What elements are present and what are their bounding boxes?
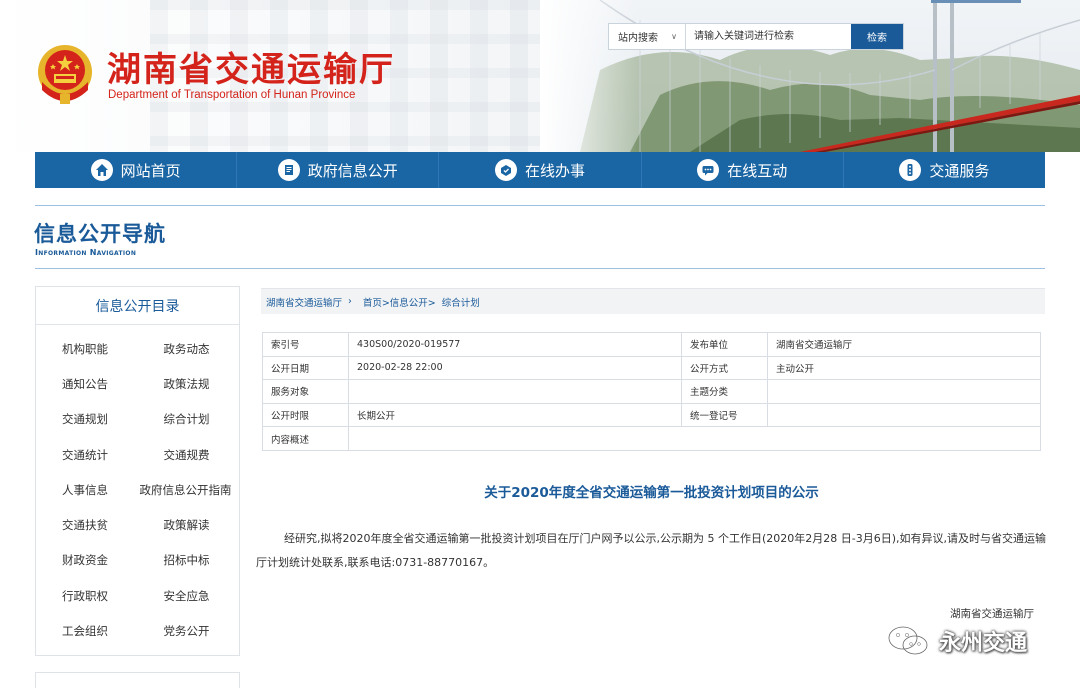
sidebar-item-poverty-alleviation[interactable]: 交通扶贫	[36, 507, 138, 542]
sidebar-item-gov-news[interactable]: 政务动态	[138, 331, 240, 366]
sidebar-item-comprehensive-plan[interactable]: 综合计划	[138, 402, 240, 437]
nav-item-label: 网站首页	[120, 161, 181, 180]
sidebar-item-traffic-planning[interactable]: 交通规划	[36, 402, 138, 437]
table-row: 公开日期 2020-02-28 22:00 公开方式 主动公开	[262, 355, 1041, 381]
section-subtitle: Information Navigation	[35, 248, 137, 257]
breadcrumb-link-path[interactable]: 首页>信息公开> 综合计划	[363, 295, 480, 309]
table-cell-value	[348, 426, 1041, 451]
sidebar-item-traffic-fees[interactable]: 交通规费	[138, 437, 240, 472]
table-cell-key: 索引号	[262, 332, 349, 357]
table-cell-value: 湖南省交通运输厅	[767, 332, 1041, 357]
national-emblem-icon	[38, 45, 92, 104]
table-cell-key: 公开日期	[262, 355, 349, 381]
sidebar-item-notices[interactable]: 通知公告	[36, 366, 138, 401]
table-row: 公开时限 长期公开 统一登记号	[262, 402, 1041, 428]
sidebar-item-party-affairs[interactable]: 党务公开	[138, 613, 240, 648]
traffic-light-icon	[899, 159, 922, 181]
table-cell-key: 服务对象	[262, 379, 349, 404]
home-icon	[90, 159, 113, 181]
nav-item-label: 交通服务	[929, 161, 990, 180]
sidebar-item-disclosure-guide[interactable]: 政府信息公开指南	[138, 472, 240, 507]
table-cell-key: 公开时限	[262, 402, 349, 428]
search-input[interactable]	[686, 24, 851, 49]
table-cell-key: 统一登记号	[681, 402, 768, 428]
table-cell-key: 公开方式	[681, 355, 768, 381]
nav-item-home[interactable]: 网站首页	[35, 152, 238, 188]
search-scope-dropdown[interactable]: 站内搜索 ∨	[609, 24, 686, 49]
sidebar-next-box	[35, 672, 240, 688]
sidebar-item-org-functions[interactable]: 机构职能	[36, 331, 138, 366]
sidebar-item-policy-interpretation[interactable]: 政策解读	[138, 507, 240, 542]
top-link-fragment	[931, 0, 1021, 3]
table-cell-key: 发布单位	[681, 332, 768, 357]
section-title: 信息公开导航	[34, 222, 166, 246]
table-cell-value: 2020-02-28 22:00	[348, 355, 682, 381]
article-body: 经研究,拟将2020年度全省交通运输第一批投资计划项目在厅门户网予以公示,公示期…	[256, 532, 1047, 569]
table-cell-value	[767, 379, 1041, 404]
breadcrumb-link-department[interactable]: 湖南省交通运输厅	[266, 295, 342, 309]
table-cell-key: 内容概述	[262, 426, 349, 451]
nav-item-label: 在线办事	[525, 161, 586, 180]
sidebar-item-bidding[interactable]: 招标中标	[138, 543, 240, 578]
site-title: 湖南省交通运输厅	[107, 50, 395, 90]
chat-icon	[697, 159, 720, 181]
search-scope-label: 站内搜索	[618, 33, 658, 44]
site-subtitle: Department of Transportation of Hunan Pr…	[108, 89, 356, 101]
document-info-table: 索引号 430S00/2020-019577 发布单位 湖南省交通运输厅 公开日…	[262, 332, 1041, 451]
sidebar: 信息公开目录 机构职能 政务动态 通知公告 政策法规 交通规划 综合计划 交通统…	[35, 286, 240, 656]
main-nav: 网站首页 政府信息公开 在线办事 在线互动 交通服务	[35, 152, 1045, 188]
nav-item-online-service[interactable]: 在线办事	[439, 152, 642, 188]
divider	[35, 268, 1045, 269]
sidebar-item-traffic-stats[interactable]: 交通统计	[36, 437, 138, 472]
sidebar-title: 信息公开目录	[36, 287, 239, 325]
chevron-down-icon: ∨	[671, 32, 677, 41]
search-button[interactable]: 检索	[851, 24, 903, 49]
table-cell-value	[767, 402, 1041, 428]
table-cell-value: 长期公开	[348, 402, 682, 428]
site-header: 湖南省交通运输厅 Department of Transportation of…	[0, 0, 1080, 152]
sidebar-menu: 机构职能 政务动态 通知公告 政策法规 交通规划 综合计划 交通统计 交通规费 …	[36, 325, 239, 649]
breadcrumb: 湖南省交通运输厅 › 首页>信息公开> 综合计划	[261, 288, 1045, 314]
table-row: 服务对象 主题分类	[262, 379, 1041, 404]
table-row: 内容概述	[262, 426, 1041, 451]
nav-item-label: 政府信息公开	[307, 161, 398, 180]
watermark-text: 永州交通	[939, 631, 1028, 656]
nav-item-interaction[interactable]: 在线互动	[642, 152, 844, 188]
search-bar: 站内搜索 ∨ 检索	[609, 24, 903, 49]
sidebar-item-finance[interactable]: 财政资金	[36, 543, 138, 578]
table-cell-value: 430S00/2020-019577	[348, 332, 682, 357]
table-row: 索引号 430S00/2020-019577 发布单位 湖南省交通运输厅	[262, 332, 1041, 357]
article-signature: 湖南省交通运输厅	[950, 608, 1034, 620]
document-icon	[277, 159, 300, 181]
nav-item-label: 在线互动	[727, 161, 788, 180]
sidebar-item-safety[interactable]: 安全应急	[138, 578, 240, 613]
table-cell-key: 主题分类	[681, 379, 768, 404]
table-cell-value	[348, 379, 682, 404]
wechat-watermark: 永州交通	[885, 624, 1027, 658]
breadcrumb-separator: ›	[348, 296, 352, 307]
nav-item-traffic-service[interactable]: 交通服务	[844, 152, 1045, 188]
divider	[35, 205, 1045, 206]
sidebar-item-union[interactable]: 工会组织	[36, 613, 138, 648]
sidebar-item-policies[interactable]: 政策法规	[138, 366, 240, 401]
article-title: 关于2020年度全省交通运输第一批投资计划项目的公示	[484, 485, 819, 501]
table-cell-value: 主动公开	[767, 355, 1041, 381]
wechat-icon	[887, 625, 929, 656]
service-icon	[495, 159, 517, 181]
nav-item-gov-info[interactable]: 政府信息公开	[237, 152, 440, 188]
bridge-banner-image	[540, 0, 1080, 152]
sidebar-item-personnel[interactable]: 人事信息	[36, 472, 138, 507]
sidebar-item-admin-powers[interactable]: 行政职权	[36, 578, 138, 613]
